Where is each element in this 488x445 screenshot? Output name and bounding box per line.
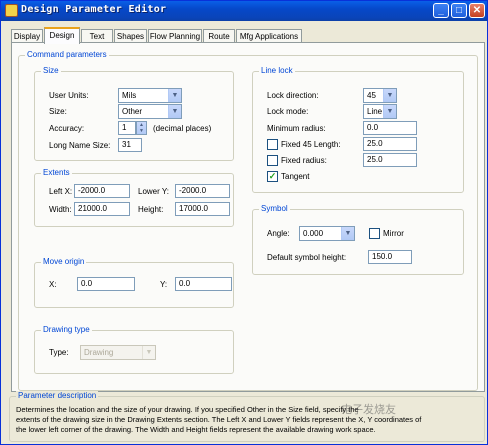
tab-shapes[interactable]: Shapes (114, 29, 147, 43)
user-units-label: User Units: (49, 91, 89, 100)
drawing-type-group: Drawing type Type: Drawing ▼ (34, 325, 234, 374)
command-parameters-title: Command parameters (25, 50, 109, 59)
default-symbol-height-label: Default symbol height: (267, 253, 347, 262)
lock-direction-select[interactable]: 45 ▼ (363, 88, 397, 103)
size-label: Size: (49, 107, 67, 116)
long-name-size-label: Long Name Size: (49, 141, 111, 150)
drawing-type-value: Drawing (84, 348, 114, 357)
drawing-type-select[interactable]: Drawing ▼ (80, 345, 156, 360)
fixed-radius-checkbox[interactable] (267, 155, 278, 166)
accuracy-unit-label: (decimal places) (153, 124, 212, 133)
long-name-size-input[interactable]: 31 (118, 138, 142, 152)
fixed-radius-input[interactable]: 25.0 (363, 153, 417, 167)
design-tab-panel: Command parameters Size User Units: Mils… (11, 42, 485, 392)
description-line: extents of the drawing size in the Drawi… (16, 415, 422, 424)
minimum-radius-input[interactable]: 0.0 (363, 121, 417, 135)
tab-mfg-applications[interactable]: Mfg Applications (236, 29, 302, 43)
parameter-description-text: Determines the location and the size of … (16, 405, 478, 435)
tab-route[interactable]: Route (203, 29, 235, 43)
chevron-down-icon[interactable]: ▼ (168, 105, 181, 118)
accuracy-spinner[interactable]: ▲ ▼ (136, 121, 147, 135)
lock-mode-label: Lock mode: (267, 107, 309, 116)
watermark: 电子发烧友 (341, 404, 396, 416)
fixed-45-length-checkbox[interactable] (267, 139, 278, 150)
user-units-value: Mils (122, 91, 137, 100)
lock-direction-label: Lock direction: (267, 91, 319, 100)
origin-x-input[interactable]: 0.0 (77, 277, 135, 291)
angle-select[interactable]: 0.000 ▼ (299, 226, 355, 241)
angle-value: 0.000 (303, 229, 324, 238)
chevron-down-icon[interactable]: ▼ (383, 105, 396, 118)
size-title: Size (41, 66, 61, 75)
fixed-radius-label: Fixed radius: (281, 156, 327, 165)
design-parameter-editor-window: Design Parameter Editor _ □ ✕ Display De… (0, 0, 488, 445)
description-line: the lower left corner of the drawing. Th… (16, 425, 376, 434)
title-bar[interactable]: Design Parameter Editor _ □ ✕ (1, 1, 487, 21)
size-value: Other (122, 107, 143, 116)
tab-display[interactable]: Display (11, 29, 43, 43)
tab-text[interactable]: Text (81, 29, 113, 43)
lock-mode-select[interactable]: Line ▼ (363, 104, 397, 119)
parameter-description-group: Parameter description Determines the loc… (9, 391, 485, 442)
lock-direction-value: 45 (367, 91, 376, 100)
symbol-group: Symbol Angle: 0.000 ▼ Mirror Default sym… (252, 204, 464, 275)
description-line: Determines the location and the size of … (16, 405, 359, 414)
width-label: Width: (49, 205, 72, 214)
user-units-select[interactable]: Mils ▼ (118, 88, 182, 103)
lower-y-input[interactable]: -2000.0 (175, 184, 230, 198)
left-x-label: Left X: (49, 187, 73, 196)
accuracy-input[interactable]: 1 (118, 121, 136, 135)
fixed-45-length-label: Fixed 45 Length: (281, 140, 341, 149)
chevron-down-icon[interactable]: ▼ (142, 346, 155, 359)
fixed-45-length-input[interactable]: 25.0 (363, 137, 417, 151)
window-title: Design Parameter Editor (21, 4, 167, 15)
move-origin-group: Move origin X: 0.0 Y: 0.0 (34, 257, 234, 308)
spin-down-icon[interactable]: ▼ (137, 128, 146, 134)
type-label: Type: (49, 348, 69, 357)
extents-group: Extents Left X: -2000.0 Lower Y: -2000.0… (34, 168, 234, 227)
mirror-checkbox[interactable] (369, 228, 380, 239)
close-button[interactable]: ✕ (469, 3, 485, 18)
parameter-description-title: Parameter description (16, 391, 99, 400)
left-x-input[interactable]: -2000.0 (74, 184, 130, 198)
maximize-button[interactable]: □ (451, 3, 467, 18)
chevron-down-icon[interactable]: ▼ (168, 89, 181, 102)
chevron-down-icon[interactable]: ▼ (383, 89, 396, 102)
accuracy-label: Accuracy: (49, 124, 85, 133)
height-input[interactable]: 17000.0 (175, 202, 230, 216)
tab-flow-planning[interactable]: Flow Planning (148, 29, 202, 43)
line-lock-title: Line lock (259, 66, 295, 75)
origin-y-input[interactable]: 0.0 (175, 277, 232, 291)
drawing-type-title: Drawing type (41, 325, 92, 334)
lower-y-label: Lower Y: (138, 187, 169, 196)
minimum-radius-label: Minimum radius: (267, 124, 326, 133)
mirror-label: Mirror (383, 229, 404, 238)
size-select[interactable]: Other ▼ (118, 104, 182, 119)
lock-mode-value: Line (367, 107, 383, 116)
origin-y-label: Y: (160, 280, 168, 289)
extents-title: Extents (41, 168, 72, 177)
move-origin-title: Move origin (41, 257, 87, 266)
line-lock-group: Line lock Lock direction: 45 ▼ Lock mode… (252, 66, 464, 193)
app-icon (5, 4, 18, 17)
width-input[interactable]: 21000.0 (74, 202, 130, 216)
origin-x-label: X: (49, 280, 57, 289)
height-label: Height: (138, 205, 164, 214)
tangent-checkbox[interactable]: ✓ (267, 171, 278, 182)
size-group: Size User Units: Mils ▼ Size: Other ▼ Ac… (34, 66, 234, 161)
angle-label: Angle: (267, 229, 290, 238)
chevron-down-icon[interactable]: ▼ (341, 227, 354, 240)
symbol-title: Symbol (259, 204, 290, 213)
tab-design[interactable]: Design (44, 27, 80, 44)
minimize-button[interactable]: _ (433, 3, 449, 18)
tangent-label: Tangent (281, 172, 310, 181)
default-symbol-height-input[interactable]: 150.0 (368, 250, 412, 264)
